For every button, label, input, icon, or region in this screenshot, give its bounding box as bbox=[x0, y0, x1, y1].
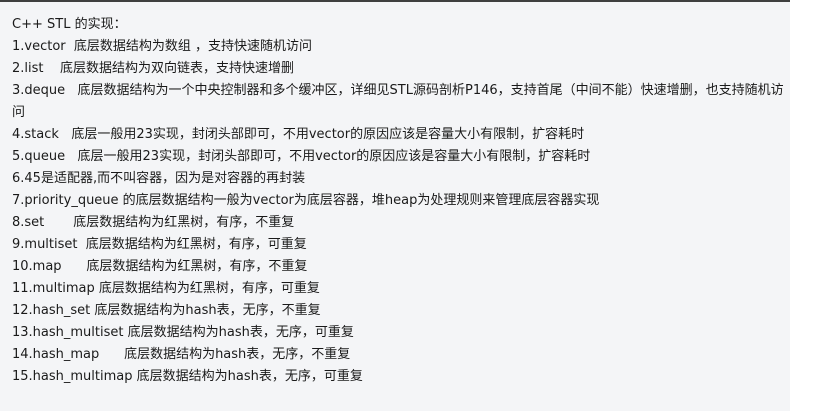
notes-heading: C++ STL 的实现： bbox=[12, 17, 127, 32]
code-panel: C++ STL 的实现： 1.vector 底层数据结构为数组 ，支持快速随机访… bbox=[0, 2, 790, 411]
stl-notes: C++ STL 的实现： 1.vector 底层数据结构为数组 ，支持快速随机访… bbox=[12, 14, 792, 388]
note-line-2: 2.list 底层数据结构为双向链表，支持快速增删 bbox=[12, 61, 295, 76]
note-line-13: 13.hash_multiset 底层数据结构为hash表，无序，可重复 bbox=[12, 325, 354, 340]
note-line-12: 12.hash_set 底层数据结构为hash表，无序，不重复 bbox=[12, 303, 321, 318]
note-line-5: 5.queue 底层一般用23实现，封闭头部即可，不用vector的原因应该是容… bbox=[12, 149, 591, 164]
note-line-10: 10.map 底层数据结构为红黑树，有序，不重复 bbox=[12, 259, 308, 274]
note-line-8: 8.set 底层数据结构为红黑树，有序，不重复 bbox=[12, 215, 295, 230]
note-line-14: 14.hash_map 底层数据结构为hash表，无序，不重复 bbox=[12, 347, 351, 362]
note-line-4: 4.stack 底层一般用23实现，封闭头部即可，不用vector的原因应该是容… bbox=[12, 127, 585, 142]
right-margin bbox=[790, 0, 815, 411]
note-line-9: 9.multiset 底层数据结构为红黑树，有序，可重复 bbox=[12, 237, 307, 252]
note-line-11: 11.multimap 底层数据结构为红黑树，有序，可重复 bbox=[12, 281, 320, 296]
note-line-3: 3.deque 底层数据结构为一个中央控制器和多个缓冲区，详细见STL源码剖析P… bbox=[12, 83, 784, 120]
note-line-7: 7.priority_queue 的底层数据结构一般为vector为底层容器，堆… bbox=[12, 193, 600, 208]
note-line-6: 6.45是适配器,而不叫容器，因为是对容器的再封装 bbox=[12, 171, 306, 186]
note-line-15: 15.hash_multimap 底层数据结构为hash表，无序，可重复 bbox=[12, 369, 363, 384]
note-line-1: 1.vector 底层数据结构为数组 ，支持快速随机访问 bbox=[12, 39, 313, 54]
